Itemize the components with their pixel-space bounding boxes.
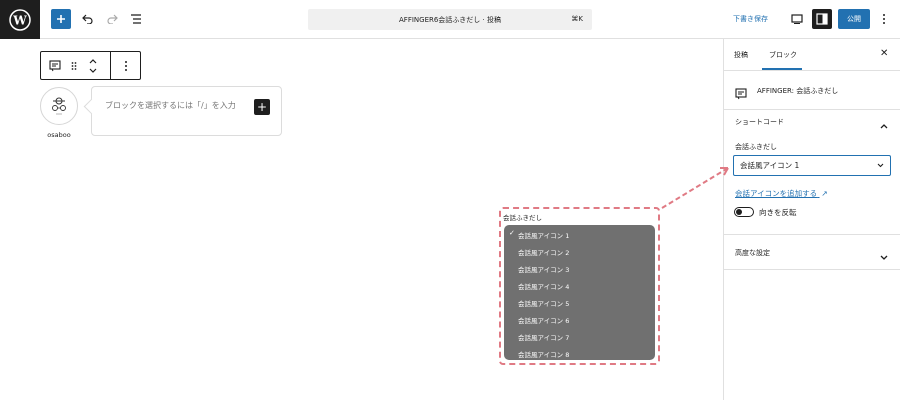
editor-screen: W AFFINGER6会話ふきだし · 投稿 ⌘K 下書き保存 公開 osabo… <box>0 0 900 400</box>
annotation-arrow <box>661 167 729 209</box>
